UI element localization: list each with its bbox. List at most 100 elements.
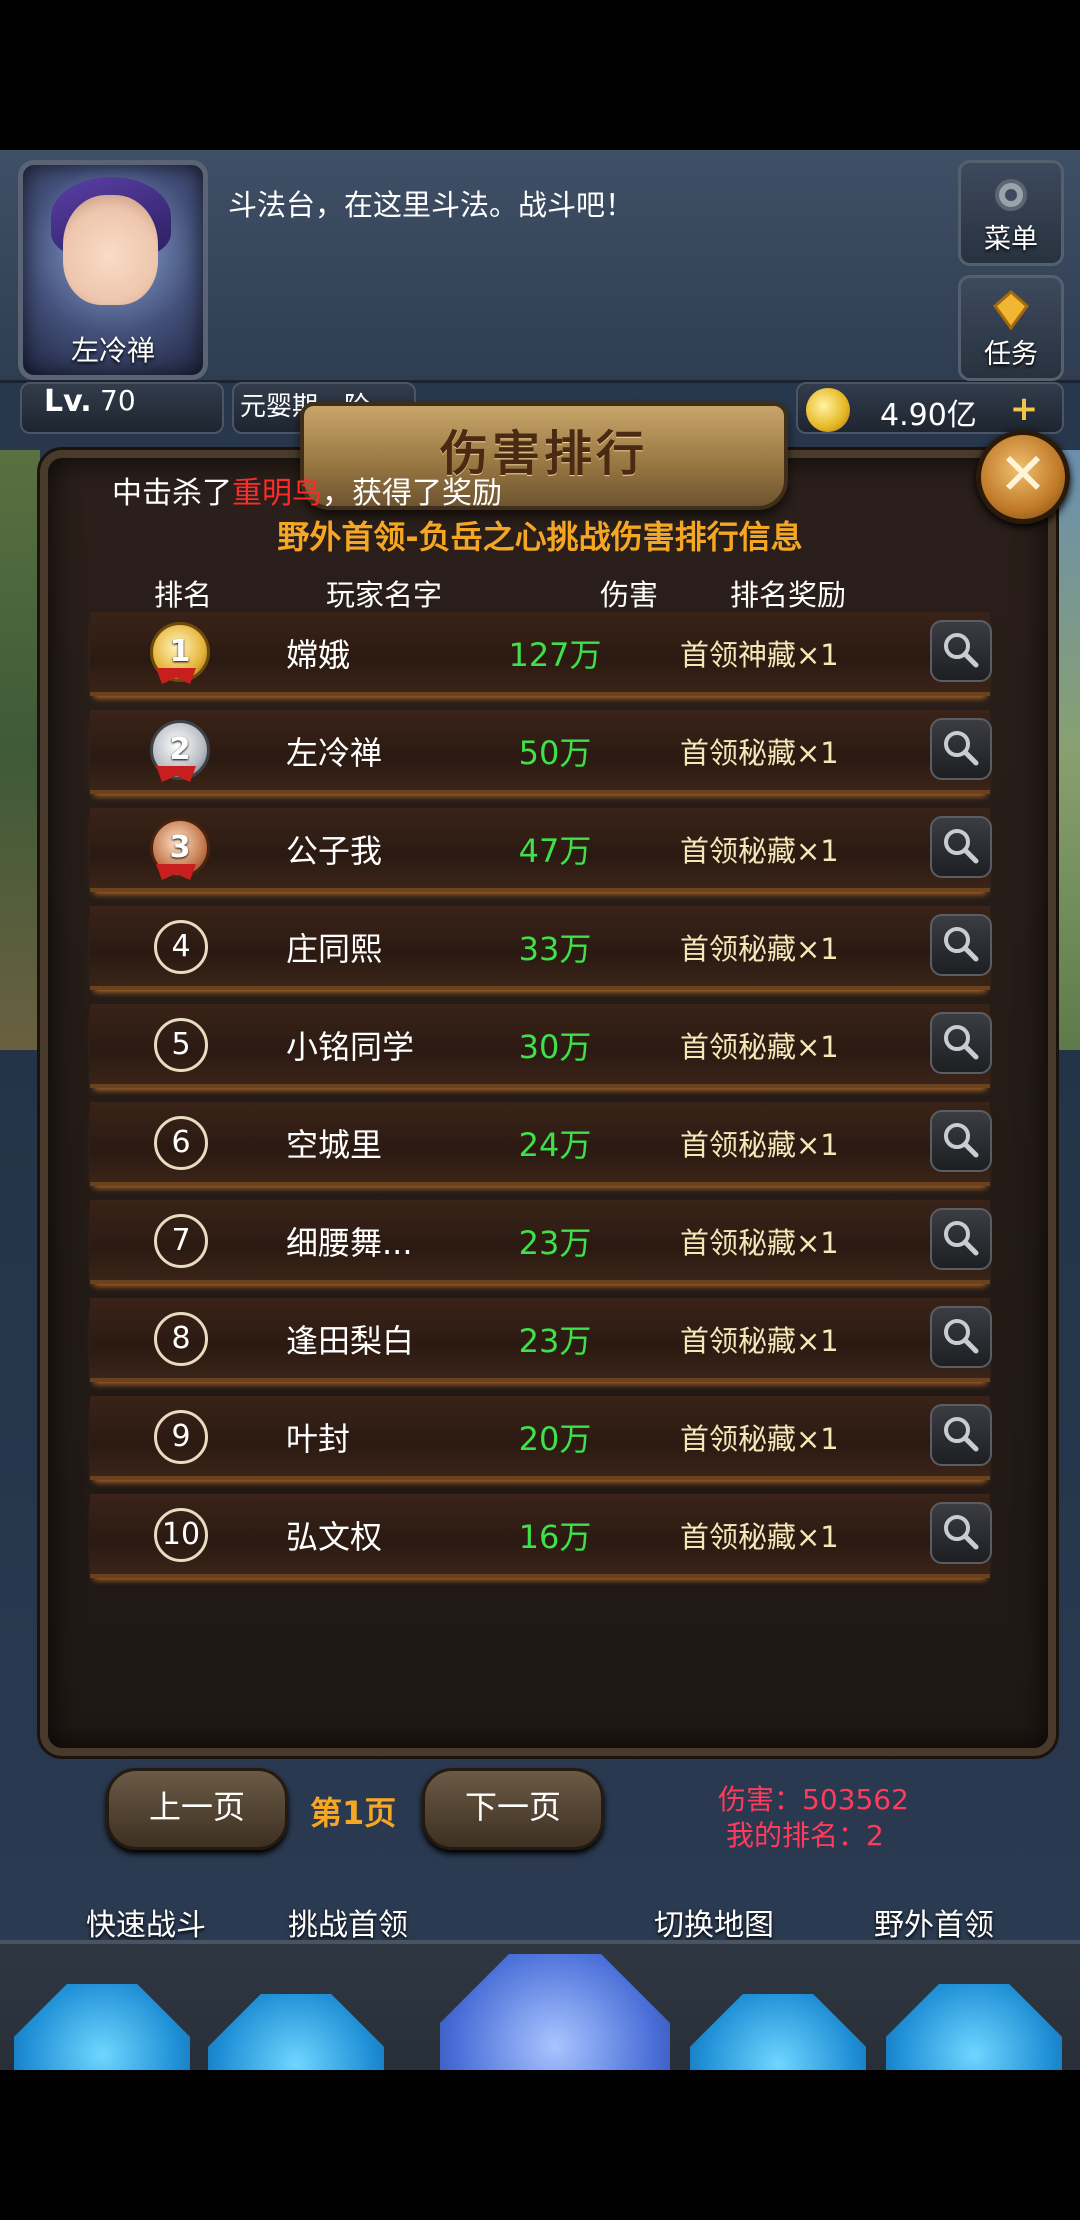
- rank-number: 7: [154, 1214, 208, 1268]
- rank-reward: 首领神藏×1: [680, 638, 839, 672]
- magnifier-icon: [944, 927, 979, 962]
- player-name: 小铭同学: [286, 1028, 415, 1066]
- view-player-button[interactable]: [930, 1306, 992, 1368]
- task-gem-icon: [992, 290, 1030, 331]
- view-player-button[interactable]: [930, 914, 992, 976]
- rank-reward: 首领秘藏×1: [680, 1128, 839, 1162]
- rank-reward: 首领秘藏×1: [680, 736, 839, 770]
- panel-subtitle: 野外首领-负岳之心挑战伤害排行信息: [277, 518, 803, 556]
- top-header: 左冷禅 斗法台，在这里斗法。战斗吧！ 菜单 任务: [0, 150, 1080, 383]
- rank-number: 9: [154, 1410, 208, 1464]
- my-rank: 我的排名：2: [726, 1819, 884, 1852]
- game-screen: 左冷禅 斗法台，在这里斗法。战斗吧！ 菜单 任务 Lv. 70 元婴期一阶 4.…: [0, 150, 1080, 2070]
- magnifier-icon: [944, 1515, 979, 1550]
- view-player-button[interactable]: [930, 1502, 992, 1564]
- rank-reward: 首领秘藏×1: [680, 932, 839, 966]
- view-player-button[interactable]: [930, 620, 992, 682]
- challenge-boss-button[interactable]: 挑战首领: [288, 1900, 408, 1944]
- nav-home[interactable]: [14, 1984, 190, 2070]
- player-name: 叶封: [286, 1420, 351, 1458]
- header-damage: 伤害: [600, 578, 659, 612]
- view-player-button[interactable]: [930, 718, 992, 780]
- rank-reward: 首领秘藏×1: [680, 834, 839, 868]
- player-damage: 50万: [518, 734, 592, 772]
- ranking-row: 8 逢田梨白 23万 首领秘藏×1: [90, 1298, 992, 1382]
- level-value: 70: [100, 384, 136, 417]
- rank-reward: 首领秘藏×1: [680, 1324, 839, 1358]
- header-name: 玩家名字: [326, 578, 443, 612]
- avatar-face: [63, 195, 158, 305]
- rank-reward: 首领秘藏×1: [680, 1520, 839, 1554]
- my-damage: 伤害：503562: [718, 1783, 909, 1816]
- gold-value: 4.90亿: [880, 398, 977, 433]
- view-player-button[interactable]: [930, 816, 992, 878]
- magnifier-icon: [944, 1123, 979, 1158]
- gold-coin-icon: [806, 388, 850, 432]
- menu-label: 菜单: [984, 224, 1038, 255]
- add-gold-button[interactable]: +: [1006, 392, 1042, 428]
- bottom-nav: 主页 行囊 战斗 角色 道侣: [0, 1940, 1080, 2070]
- ranking-row: 10 弘文权 16万 首领秘藏×1: [90, 1494, 992, 1578]
- ranking-row: 5 小铭同学 30万 首领秘藏×1: [90, 1004, 992, 1088]
- avatar-name: 左冷禅: [70, 334, 155, 367]
- rank-number: 10: [154, 1508, 208, 1562]
- magnifier-icon: [944, 731, 979, 766]
- menu-button[interactable]: 菜单: [958, 160, 1064, 266]
- nav-bag[interactable]: [208, 1994, 384, 2070]
- prev-page-button[interactable]: 上一页: [106, 1768, 288, 1850]
- ranking-row: 6 空城里 24万 首领秘藏×1: [90, 1102, 992, 1186]
- rank-number: 4: [154, 920, 208, 974]
- view-player-button[interactable]: [930, 1012, 992, 1074]
- ranking-row: 7 细腰舞... 23万 首领秘藏×1: [90, 1200, 992, 1284]
- player-name: 公子我: [286, 832, 383, 870]
- rank-reward: 首领秘藏×1: [680, 1226, 839, 1260]
- rank-number: 8: [154, 1312, 208, 1366]
- magnifier-icon: [944, 829, 979, 864]
- kill-suffix: ，获得了奖励: [322, 476, 502, 511]
- rank-number: 5: [154, 1018, 208, 1072]
- player-damage: 30万: [518, 1028, 592, 1066]
- header-rank: 排名: [154, 578, 213, 612]
- ranking-row: 1 嫦娥 127万 首领神藏×1: [90, 612, 992, 696]
- task-button[interactable]: 任务: [958, 275, 1064, 381]
- level-label: Lv.: [44, 384, 92, 419]
- magnifier-icon: [944, 633, 979, 668]
- nav-battle[interactable]: [440, 1954, 670, 2070]
- player-damage: 16万: [518, 1518, 592, 1556]
- ranking-row: 4 庄同熙 33万 首领秘藏×1: [90, 906, 992, 990]
- rank-number: 6: [154, 1116, 208, 1170]
- field-boss-button[interactable]: 野外首领: [874, 1900, 994, 1944]
- close-button[interactable]: ✕: [976, 430, 1070, 524]
- magnifier-icon: [944, 1221, 979, 1256]
- task-label: 任务: [984, 339, 1038, 370]
- player-name: 空城里: [286, 1126, 383, 1164]
- current-page: 第1页: [310, 1794, 397, 1832]
- player-damage: 23万: [518, 1322, 592, 1360]
- player-damage: 23万: [518, 1224, 592, 1262]
- kill-broadcast: 中击杀了重明鸟，获得了奖励: [112, 468, 502, 512]
- rank-reward: 首领秘藏×1: [680, 1030, 839, 1064]
- player-name: 左冷禅: [286, 734, 383, 772]
- player-name: 庄同熙: [286, 930, 383, 968]
- next-page-button[interactable]: 下一页: [422, 1768, 604, 1850]
- view-player-button[interactable]: [930, 1208, 992, 1270]
- npc-dialog: 斗法台，在这里斗法。战斗吧！: [228, 188, 635, 222]
- nav-partner[interactable]: [886, 1984, 1062, 2070]
- kill-mob: 重明鸟: [232, 476, 322, 511]
- view-player-button[interactable]: [930, 1404, 992, 1466]
- player-name: 弘文权: [286, 1518, 383, 1556]
- nav-character[interactable]: [690, 1994, 866, 2070]
- quick-battle-button[interactable]: 快速战斗: [86, 1900, 206, 1944]
- gear-icon: [995, 179, 1027, 211]
- player-name: 细腰舞...: [286, 1224, 413, 1262]
- switch-map-button[interactable]: 切换地图: [654, 1900, 774, 1944]
- header-reward: 排名奖励: [730, 578, 847, 612]
- kill-prefix: 中击杀了: [112, 476, 232, 511]
- ranking-row: 2 左冷禅 50万 首领秘藏×1: [90, 710, 992, 794]
- player-damage: 24万: [518, 1126, 592, 1164]
- avatar[interactable]: 左冷禅: [18, 160, 208, 380]
- view-player-button[interactable]: [930, 1110, 992, 1172]
- magnifier-icon: [944, 1319, 979, 1354]
- player-name: 嫦娥: [286, 636, 351, 674]
- player-damage: 20万: [518, 1420, 592, 1458]
